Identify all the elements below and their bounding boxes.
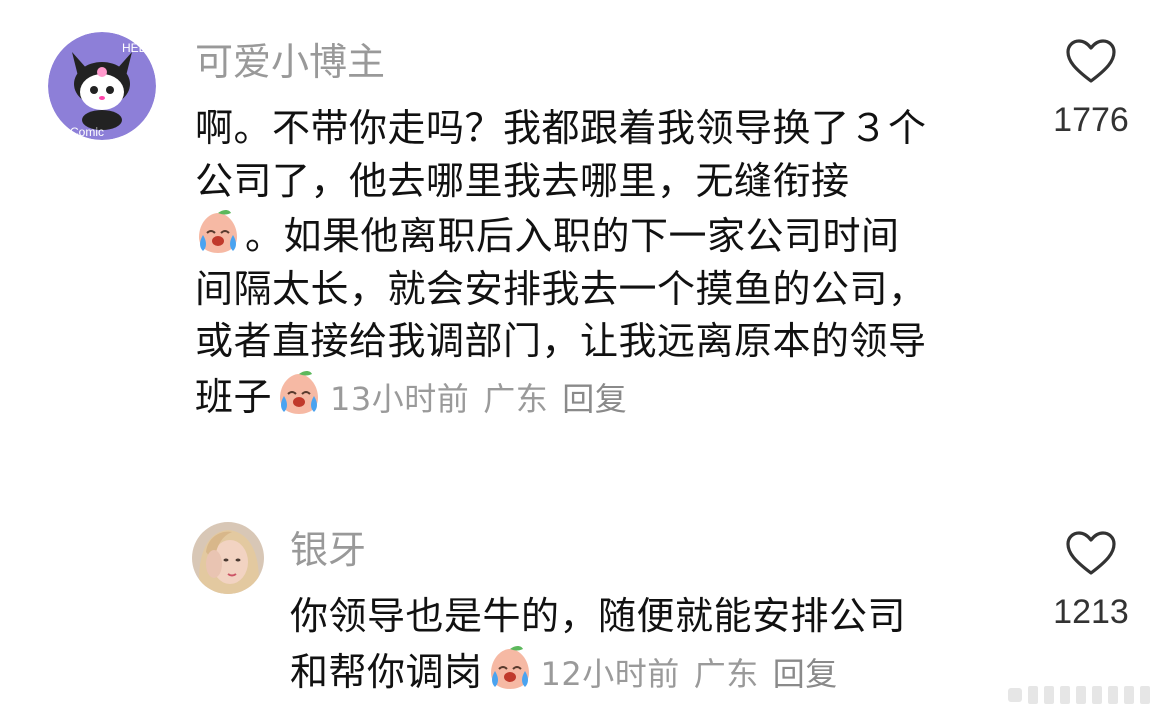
kuromi-avatar-icon: HELL Comic <box>48 32 156 140</box>
like-button[interactable]: 1776 <box>1046 38 1136 140</box>
watermark-icon <box>1008 686 1150 704</box>
comment-line: 你领导也是牛的，随便就能安排公司 <box>290 594 907 638</box>
heart-outline-icon <box>1066 39 1116 83</box>
comment-line: 班子 13小时前 广东 回复 <box>195 368 1035 426</box>
comment-line: 间隔太长，就会安排我去一个摸鱼的公司， <box>195 266 927 311</box>
svg-text:HELL: HELL <box>122 41 152 55</box>
comment-line-text: 班子 <box>195 374 273 419</box>
comment-line-text: 。如果他离职后入职的下一家公司时间 <box>245 214 900 258</box>
comment-meta: 12小时前 广东 回复 <box>541 648 852 701</box>
svg-text:Comic: Comic <box>70 125 104 139</box>
comment-time: 13小时前 <box>330 379 470 418</box>
comment-meta: 13小时前 广东 回复 <box>330 373 641 426</box>
comment-line-text: 和帮你调岗 <box>290 649 483 694</box>
comment-line: 。如果他离职后入职的下一家公司时间 <box>191 207 1035 263</box>
avatar[interactable]: HELL Comic <box>48 32 156 140</box>
comment-line: 公司了，他去哪里我去哪里，无缝衔接 <box>195 158 850 203</box>
crying-peach-emoji-icon <box>193 207 243 257</box>
comment-text: 你领导也是牛的，随便就能安排公司 和帮你调岗 12小时前 广东 回复 <box>290 590 1030 700</box>
comment-line: 或者直接给我调部门，让我远离原本的领导 <box>195 319 927 363</box>
crying-peach-emoji-icon <box>274 368 324 418</box>
reply-button[interactable]: 回复 <box>773 655 838 693</box>
comment-line: 和帮你调岗 12小时前 广东 回复 <box>290 643 1030 701</box>
like-button[interactable]: 1213 <box>1046 530 1136 632</box>
comment-time: 12小时前 <box>540 654 680 693</box>
like-count: 1213 <box>1053 593 1129 631</box>
comment-location: 广东 <box>693 654 759 693</box>
comment-location: 广东 <box>483 379 549 418</box>
avatar[interactable] <box>192 522 264 594</box>
reply-button[interactable]: 回复 <box>562 380 627 418</box>
username[interactable]: 银牙 <box>290 528 366 572</box>
like-count: 1776 <box>1053 101 1129 139</box>
heart-outline-icon <box>1066 531 1116 575</box>
comment-text: 啊。不带你走吗？我都跟着我领导换了３个 公司了，他去哪里我去哪里，无缝衔接 。如… <box>195 102 1035 425</box>
username[interactable]: 可爱小博主 <box>195 40 385 84</box>
selfie-photo-avatar-icon <box>192 522 264 594</box>
comment-line: 啊。不带你走吗？我都跟着我领导换了３个 <box>195 106 927 150</box>
crying-peach-emoji-icon <box>485 643 535 693</box>
